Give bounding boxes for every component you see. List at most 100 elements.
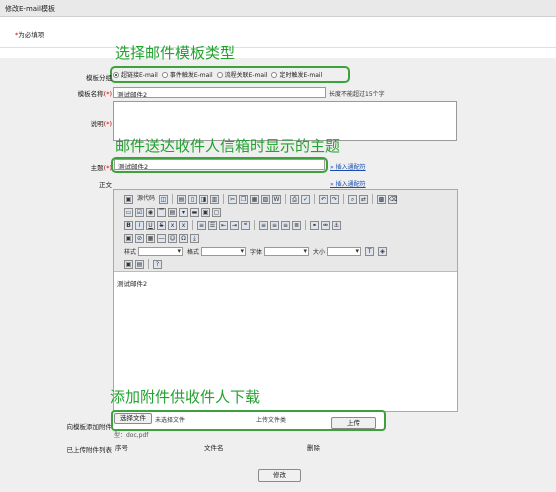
superscript-icon[interactable]: x (179, 220, 188, 230)
textfield-icon[interactable]: ▔ (157, 207, 166, 217)
table-icon[interactable]: ▦ (146, 233, 155, 243)
align-center-icon[interactable]: ≡ (270, 220, 279, 230)
description-textarea[interactable] (113, 101, 457, 141)
divider (0, 47, 556, 48)
format-select[interactable] (201, 246, 247, 256)
radio-icon[interactable]: ◉ (146, 207, 155, 217)
col-delete: 删除 (307, 444, 320, 452)
link-icon[interactable]: ⚭ (310, 220, 319, 230)
body-label: 正文 (99, 181, 112, 189)
outdent-icon[interactable]: ⇤ (219, 220, 228, 230)
source-button[interactable]: 源代码 (135, 195, 157, 204)
font-combo[interactable]: 字体 (250, 246, 310, 256)
paste-word-icon[interactable]: W (272, 194, 282, 204)
preview-page-icon[interactable]: ◨ (199, 194, 209, 204)
redo-icon[interactable]: ↷ (330, 194, 340, 204)
editor-content[interactable]: 测试邮件2 (117, 278, 147, 288)
radio-event-email[interactable]: 事件触发E-mail (161, 70, 213, 79)
image-button-icon[interactable]: ▣ (201, 207, 210, 217)
rich-text-editor: ▣ 源代码 ◫ ▤ ▯ ◨ ▥ ✂ ❐ ▦ ▧ W ⎙ ✓ ↶ ↷ ⌕ ⇄ ▩ … (113, 189, 458, 412)
subject-input[interactable]: 测试邮件2 (114, 159, 325, 170)
toolbar-separator (314, 194, 316, 204)
choose-file-button[interactable]: 选择文件 (114, 413, 152, 424)
underline-icon[interactable]: U (146, 220, 155, 230)
bg-color-icon[interactable]: ◈ (378, 246, 388, 256)
style-combo[interactable]: 样式 (124, 246, 184, 256)
hidden-field-icon[interactable]: ▢ (212, 207, 221, 217)
toolbar-separator (172, 194, 174, 204)
form-icon[interactable]: ▭ (124, 207, 133, 217)
unlink-icon[interactable]: ⚮ (321, 220, 330, 230)
no-file-chosen-text: 未选择文件 (155, 417, 186, 424)
paste-text-icon[interactable]: ▧ (261, 194, 271, 204)
checkbox-icon[interactable]: ☑ (135, 207, 144, 217)
select-icon[interactable]: ▾ (179, 207, 188, 217)
toolbar-separator (372, 194, 374, 204)
replace-icon[interactable]: ⇄ (359, 194, 369, 204)
bold-icon[interactable]: B (124, 220, 133, 230)
style-select[interactable] (138, 246, 184, 256)
radio-hyperlink-email[interactable]: 超链接E-mail (113, 70, 158, 79)
anchor-icon[interactable]: ⚓ (332, 220, 341, 230)
special-char-icon[interactable]: Ω (179, 233, 188, 243)
paste-icon[interactable]: ▦ (250, 194, 260, 204)
radio-icon[interactable] (161, 71, 168, 78)
spellcheck-icon[interactable]: ✓ (301, 194, 311, 204)
insert-placeholder-link-subject[interactable]: » 插入通配符 (330, 162, 366, 171)
radio-icon[interactable] (271, 71, 278, 78)
blockquote-icon[interactable]: ❝ (241, 220, 250, 230)
print-icon[interactable]: ⎙ (290, 194, 300, 204)
flash-icon[interactable]: ⊘ (135, 233, 144, 243)
select-all-icon[interactable]: ▩ (377, 194, 387, 204)
group-radio-row: 超链接E-mail 事件触发E-mail 流程关联E-mail 定时触发E-ma… (113, 69, 346, 80)
preview-icon[interactable]: ◫ (159, 194, 169, 204)
show-blocks-icon[interactable]: ▤ (135, 259, 144, 269)
size-select[interactable] (327, 246, 362, 256)
indent-icon[interactable]: ⇥ (230, 220, 239, 230)
group-label: 模板分组 (86, 74, 112, 82)
page-break-icon[interactable]: ⤓ (190, 233, 199, 243)
align-left-icon[interactable]: ≡ (259, 220, 268, 230)
radio-icon[interactable] (216, 71, 223, 78)
insert-placeholder-link-body[interactable]: » 插入通配符 (330, 179, 366, 188)
button-icon[interactable]: ▬ (190, 207, 199, 217)
col-index: 序号 (115, 444, 128, 452)
templates-icon[interactable]: ▥ (210, 194, 220, 204)
name-length-hint: 长度不能超过15个字 (329, 91, 385, 98)
copy-icon[interactable]: ❐ (239, 194, 249, 204)
upload-button[interactable]: 上传 (331, 417, 376, 429)
smiley-icon[interactable]: ☺ (168, 233, 177, 243)
bullet-list-icon[interactable]: ☰ (208, 220, 217, 230)
template-name-input[interactable]: 测试邮件2 (113, 87, 326, 98)
toolbar-separator (192, 220, 193, 230)
undo-icon[interactable]: ↶ (319, 194, 329, 204)
text-color-icon[interactable]: T (365, 246, 375, 256)
textarea-icon[interactable]: ▤ (168, 207, 177, 217)
image-icon[interactable]: ▣ (124, 233, 133, 243)
submit-button[interactable]: 修改 (258, 469, 301, 482)
radio-process-email[interactable]: 流程关联E-mail (216, 70, 267, 79)
radio-timed-email[interactable]: 定时触发E-mail (271, 70, 322, 79)
find-icon[interactable]: ⌕ (348, 194, 358, 204)
toolbar-separator (285, 194, 287, 204)
help-icon[interactable]: ? (153, 259, 162, 269)
annotation-attach: 添加附件供收件人下载 (110, 388, 261, 406)
horizontal-rule-icon[interactable]: ― (157, 233, 166, 243)
align-right-icon[interactable]: ≡ (281, 220, 290, 230)
new-page-icon[interactable]: ▯ (188, 194, 198, 204)
cut-icon[interactable]: ✂ (228, 194, 238, 204)
numbered-list-icon[interactable]: ≡ (197, 220, 206, 230)
italic-icon[interactable]: I (135, 220, 144, 230)
size-combo[interactable]: 大小 (313, 246, 362, 256)
save-icon[interactable]: ▤ (177, 194, 187, 204)
strike-icon[interactable]: S (157, 220, 166, 230)
font-select[interactable] (264, 246, 310, 256)
radio-icon-checked[interactable] (113, 71, 119, 78)
annotation-template-type: 选择邮件模板类型 (115, 44, 236, 62)
subscript-icon[interactable]: x (168, 220, 177, 230)
remove-format-icon[interactable]: ⌫ (388, 194, 398, 204)
source-icon[interactable]: ▣ (124, 194, 133, 204)
justify-icon[interactable]: ≣ (292, 220, 301, 230)
format-combo[interactable]: 格式 (187, 246, 247, 256)
maximize-icon[interactable]: ▣ (124, 259, 133, 269)
